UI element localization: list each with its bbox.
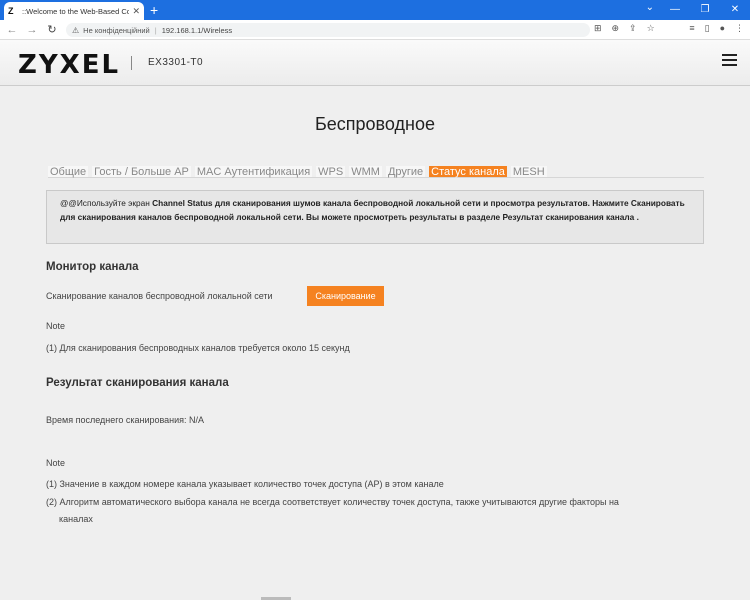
omnibox-actions: ⊞ ⊕ ⇪ ☆ [594,23,655,34]
hamburger-menu-icon[interactable] [722,54,737,67]
monitor-note-1: (1) Для сканирования беспроводных канало… [46,343,350,353]
address-bar: ← → ↻ ⚠ Не конфіденційний | 192.168.1.1/… [0,20,750,40]
info-box: @@Используйте экран Channel Status для с… [46,190,704,244]
tab-others[interactable]: Другие [385,166,426,178]
forward-icon[interactable]: → [24,24,40,36]
share-icon[interactable]: ⇪ [629,23,637,34]
zyxel-logo: ZYXEL [18,50,121,80]
window-controls: — ❐ ✕ [660,0,750,20]
zoom-icon[interactable]: ⊕ [612,23,620,34]
result-note-1: (1) Значение в каждом номере канала указ… [46,479,444,489]
reload-icon[interactable]: ↻ [44,23,60,36]
info-text: Channel Status для сканирования шумов ка… [60,198,685,222]
result-note-2-continued: каналах [59,514,93,524]
result-note-title: Note [46,458,66,468]
omnibox-separator: | [154,25,157,35]
restore-icon[interactable]: ❐ [690,0,720,20]
result-note-2: (2) Алгоритм автоматического выбора кана… [46,497,619,507]
scan-label: Сканирование каналов беспроводной локаль… [46,291,273,301]
zyxel-favicon-icon: Z [8,6,14,16]
new-tab-button[interactable]: + [150,2,158,18]
reading-list-icon[interactable]: ≡ [689,23,694,34]
browser-tab-title: ::Welcome to the Web-Based Co [22,6,130,16]
tab-search-icon[interactable]: ⌄ [646,2,654,13]
scan-result-heading: Результат сканирования канала [46,377,229,389]
tab-general[interactable]: Общие [48,166,89,178]
toolbar-actions: ≡ ▯ ● ⋮ [689,23,744,34]
app-header: ZYXEL EX3301-T0 [0,40,750,86]
back-icon[interactable]: ← [4,24,20,36]
security-label: Не конфіденційний [83,25,150,35]
warning-icon: ⚠ [72,25,80,35]
monitor-note-title: Note [46,321,66,331]
url-input[interactable]: ⚠ Не конфіденційний | 192.168.1.1/Wirele… [66,23,590,37]
info-prefix: @@Используйте экран [60,198,153,208]
translate-icon[interactable]: ⊞ [594,23,602,34]
side-panel-icon[interactable]: ▯ [705,23,710,34]
wireless-tabs: Общие Гость / Больше AP MAC Аутентификац… [48,166,704,178]
tab-wmm[interactable]: WMM [349,166,382,178]
url-text: 192.168.1.1/Wireless [161,25,233,35]
model-name: EX3301-T0 [148,57,204,68]
menu-dots-icon[interactable]: ⋮ [735,23,744,34]
browser-tab[interactable]: Z ::Welcome to the Web-Based Co ✕ [4,2,144,20]
tab-mesh[interactable]: MESH [510,166,547,178]
tab-channel-status[interactable]: Статус канала [429,166,507,178]
browser-tab-bar: Z ::Welcome to the Web-Based Co ✕ + ⌄ — … [0,0,750,20]
close-window-icon[interactable]: ✕ [720,0,750,20]
close-tab-icon[interactable]: ✕ [132,6,140,17]
last-scan-time: Время последнего сканирования: N/A [46,415,205,425]
tab-wps[interactable]: WPS [316,166,346,178]
tab-mac-authentication[interactable]: MAC Аутентификация [194,166,313,178]
minimize-icon[interactable]: — [660,0,690,20]
tab-guest-more-ap[interactable]: Гость / Больше AP [92,166,191,178]
header-divider [131,56,132,70]
page-title: Беспроводное [314,114,436,134]
bookmark-star-icon[interactable]: ☆ [647,23,655,34]
channel-monitor-heading: Монитор канала [46,261,139,273]
profile-icon[interactable]: ● [720,23,725,34]
scan-button[interactable]: Сканирование [307,286,384,306]
